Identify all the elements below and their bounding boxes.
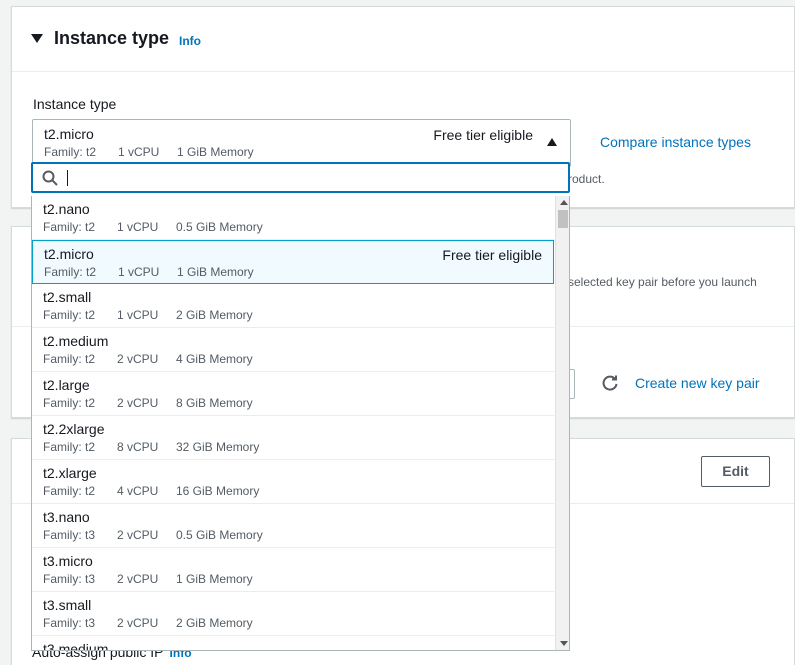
- instance-option[interactable]: t3.nano Family: t3 2 vCPU 0.5 GiB Memory: [32, 504, 554, 548]
- text-cursor: [67, 170, 68, 186]
- info-link[interactable]: Info: [179, 34, 201, 48]
- instance-option[interactable]: t2.medium Family: t2 2 vCPU 4 GiB Memory: [32, 328, 554, 372]
- caret-down-icon[interactable]: [31, 34, 43, 43]
- partial-helper-text: roduct.: [568, 172, 605, 186]
- instance-option[interactable]: t3.medium: [32, 636, 554, 651]
- option-family: Family: t2: [43, 396, 96, 410]
- option-vcpu: 1 vCPU: [117, 220, 159, 234]
- instance-option[interactable]: t2.xlarge Family: t2 4 vCPU 16 GiB Memory: [32, 460, 554, 504]
- instance-type-dropdown[interactable]: t3.medium t3.small Family: t3 2 vCPU 2 GiB M…: [31, 196, 570, 651]
- option-vcpu: 1 vCPU: [118, 265, 160, 279]
- selected-instance-name: t2.micro: [44, 126, 94, 142]
- instance-type-header[interactable]: Instance type Info: [12, 7, 794, 72]
- instance-option[interactable]: t3.micro Family: t3 2 vCPU 1 GiB Memory: [32, 548, 554, 592]
- option-memory: 2 GiB Memory: [176, 308, 253, 322]
- option-family: Family: t3: [43, 528, 96, 542]
- instance-type-label: Instance type: [33, 96, 117, 112]
- option-name: t3.small: [43, 597, 92, 613]
- scrollbar-thumb[interactable]: [558, 210, 568, 228]
- option-family: Family: t2: [43, 220, 96, 234]
- instance-option[interactable]: t2.small Family: t2 1 vCPU 2 GiB Memory: [32, 284, 554, 328]
- caret-up-icon[interactable]: [547, 138, 557, 146]
- option-vcpu: 4 vCPU: [117, 484, 159, 498]
- option-memory: 2 GiB Memory: [176, 616, 253, 630]
- option-vcpu: 2 vCPU: [117, 352, 159, 366]
- option-name: t2.large: [43, 377, 90, 393]
- option-family: Family: t2: [43, 352, 96, 366]
- option-name: t2.2xlarge: [43, 421, 105, 437]
- instance-type-select[interactable]: t2.micro Family: t2 1 vCPU 1 GiB Memory …: [32, 119, 571, 167]
- scroll-down-icon[interactable]: [560, 641, 568, 646]
- compare-instance-types-link[interactable]: Compare instance types: [600, 134, 751, 150]
- option-memory: 1 GiB Memory: [177, 265, 254, 279]
- option-name: t2.micro: [44, 246, 94, 262]
- option-name: t3.micro: [43, 553, 93, 569]
- option-family: Family: t2: [44, 265, 97, 279]
- panel-title: Instance type: [54, 28, 170, 48]
- instance-option[interactable]: t2.2xlarge Family: t2 8 vCPU 32 GiB Memory: [32, 416, 554, 460]
- option-family: Family: t3: [43, 572, 96, 586]
- search-icon: [42, 170, 58, 186]
- option-name: t3.medium: [43, 641, 109, 651]
- option-family: Family: t2: [43, 484, 96, 498]
- key-pair-description: selected key pair before you launch: [568, 275, 757, 289]
- option-family: Family: t3: [43, 616, 96, 630]
- selected-memory: 1 GiB Memory: [177, 145, 254, 159]
- scrollbar[interactable]: [555, 196, 569, 650]
- option-name: t2.xlarge: [43, 465, 97, 481]
- selected-family: Family: t2: [44, 145, 97, 159]
- option-family: Family: t2: [43, 308, 96, 322]
- option-memory: 32 GiB Memory: [176, 440, 260, 454]
- selected-vcpu: 1 vCPU: [118, 145, 160, 159]
- instance-search-input[interactable]: [31, 162, 570, 193]
- option-memory: 8 GiB Memory: [176, 396, 253, 410]
- option-vcpu: 8 vCPU: [117, 440, 159, 454]
- instance-option[interactable]: t2.nano Family: t2 1 vCPU 0.5 GiB Memory: [32, 196, 554, 240]
- instance-option[interactable]: t2.large Family: t2 2 vCPU 8 GiB Memory: [32, 372, 554, 416]
- option-vcpu: 1 vCPU: [117, 308, 159, 322]
- instance-option[interactable]: t3.small Family: t3 2 vCPU 2 GiB Memory: [32, 592, 554, 636]
- scroll-up-icon[interactable]: [560, 200, 568, 205]
- option-vcpu: 2 vCPU: [117, 616, 159, 630]
- option-name: t2.medium: [43, 333, 109, 349]
- option-name: t3.nano: [43, 509, 90, 525]
- option-memory: 4 GiB Memory: [176, 352, 253, 366]
- instance-option[interactable]: t2.micro Family: t2 1 vCPU 1 GiB Memory Free…: [32, 240, 554, 284]
- option-memory: 1 GiB Memory: [176, 572, 253, 586]
- refresh-icon[interactable]: [600, 373, 620, 393]
- option-vcpu: 2 vCPU: [117, 572, 159, 586]
- option-name: t2.small: [43, 289, 92, 305]
- create-key-pair-link[interactable]: Create new key pair: [635, 375, 760, 391]
- option-vcpu: 2 vCPU: [117, 396, 159, 410]
- option-memory: 0.5 GiB Memory: [176, 220, 263, 234]
- option-family: Family: t2: [43, 440, 96, 454]
- option-memory: 0.5 GiB Memory: [176, 528, 263, 542]
- option-vcpu: 2 vCPU: [117, 528, 159, 542]
- option-memory: 16 GiB Memory: [176, 484, 260, 498]
- option-name: t2.nano: [43, 201, 90, 217]
- free-tier-badge: Free tier eligible: [433, 127, 533, 143]
- option-free-tier-badge: Free tier eligible: [442, 247, 542, 263]
- edit-button[interactable]: Edit: [701, 456, 770, 487]
